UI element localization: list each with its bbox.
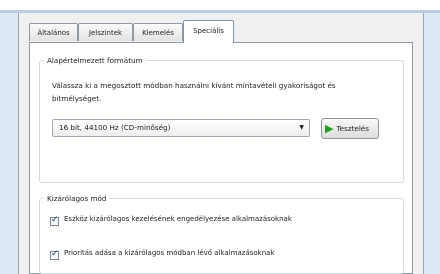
chevron-down-icon: ▼	[299, 124, 304, 131]
backdrop-top	[0, 0, 440, 10]
tab-enhancements[interactable]: Kiemelés	[133, 23, 183, 41]
exclusive-priority-checkbox[interactable]	[50, 249, 59, 260]
allow-exclusive-row: Eszköz kizárólagos kezelésének engedélye…	[50, 215, 349, 226]
tab-advanced[interactable]: Speciális	[183, 20, 234, 43]
default-format-description: Válassza ki a megosztott módban használn…	[52, 81, 336, 103]
exclusive-mode-legend: Kizárólagos mód	[47, 194, 107, 203]
allow-exclusive-checkbox[interactable]	[50, 215, 59, 226]
format-select[interactable]: 16 bit, 44100 Hz (CD-minőség) ▼	[52, 119, 310, 137]
default-format-legend: Alapértelmezett formátum	[47, 56, 143, 65]
format-select-value: 16 bit, 44100 Hz (CD-minőség)	[59, 123, 171, 132]
default-format-group: Alapértelmezett formátum Válassza ki a m…	[39, 56, 404, 183]
exclusive-priority-row: Prioritás adása a kizárólagos módban lév…	[50, 249, 349, 260]
advanced-tab-panel: Alapértelmezett formátum Válassza ki a m…	[29, 42, 413, 274]
exclusive-priority-label: Prioritás adása a kizárólagos módban lév…	[64, 249, 275, 257]
tab-general[interactable]: Általános	[29, 23, 78, 41]
tab-levels[interactable]: Jelszintek	[78, 23, 133, 41]
test-button[interactable]: ▶ Tesztelés	[321, 118, 379, 139]
sound-properties-dialog: Általános Jelszintek Kiemelés Speciális …	[18, 13, 424, 274]
play-icon: ▶	[325, 122, 334, 135]
exclusive-mode-group: Kizárólagos mód Eszköz kizárólagos kezel…	[39, 194, 404, 274]
allow-exclusive-label: Eszköz kizárólagos kezelésének engedélye…	[64, 215, 292, 223]
test-button-label: Tesztelés	[336, 124, 369, 133]
